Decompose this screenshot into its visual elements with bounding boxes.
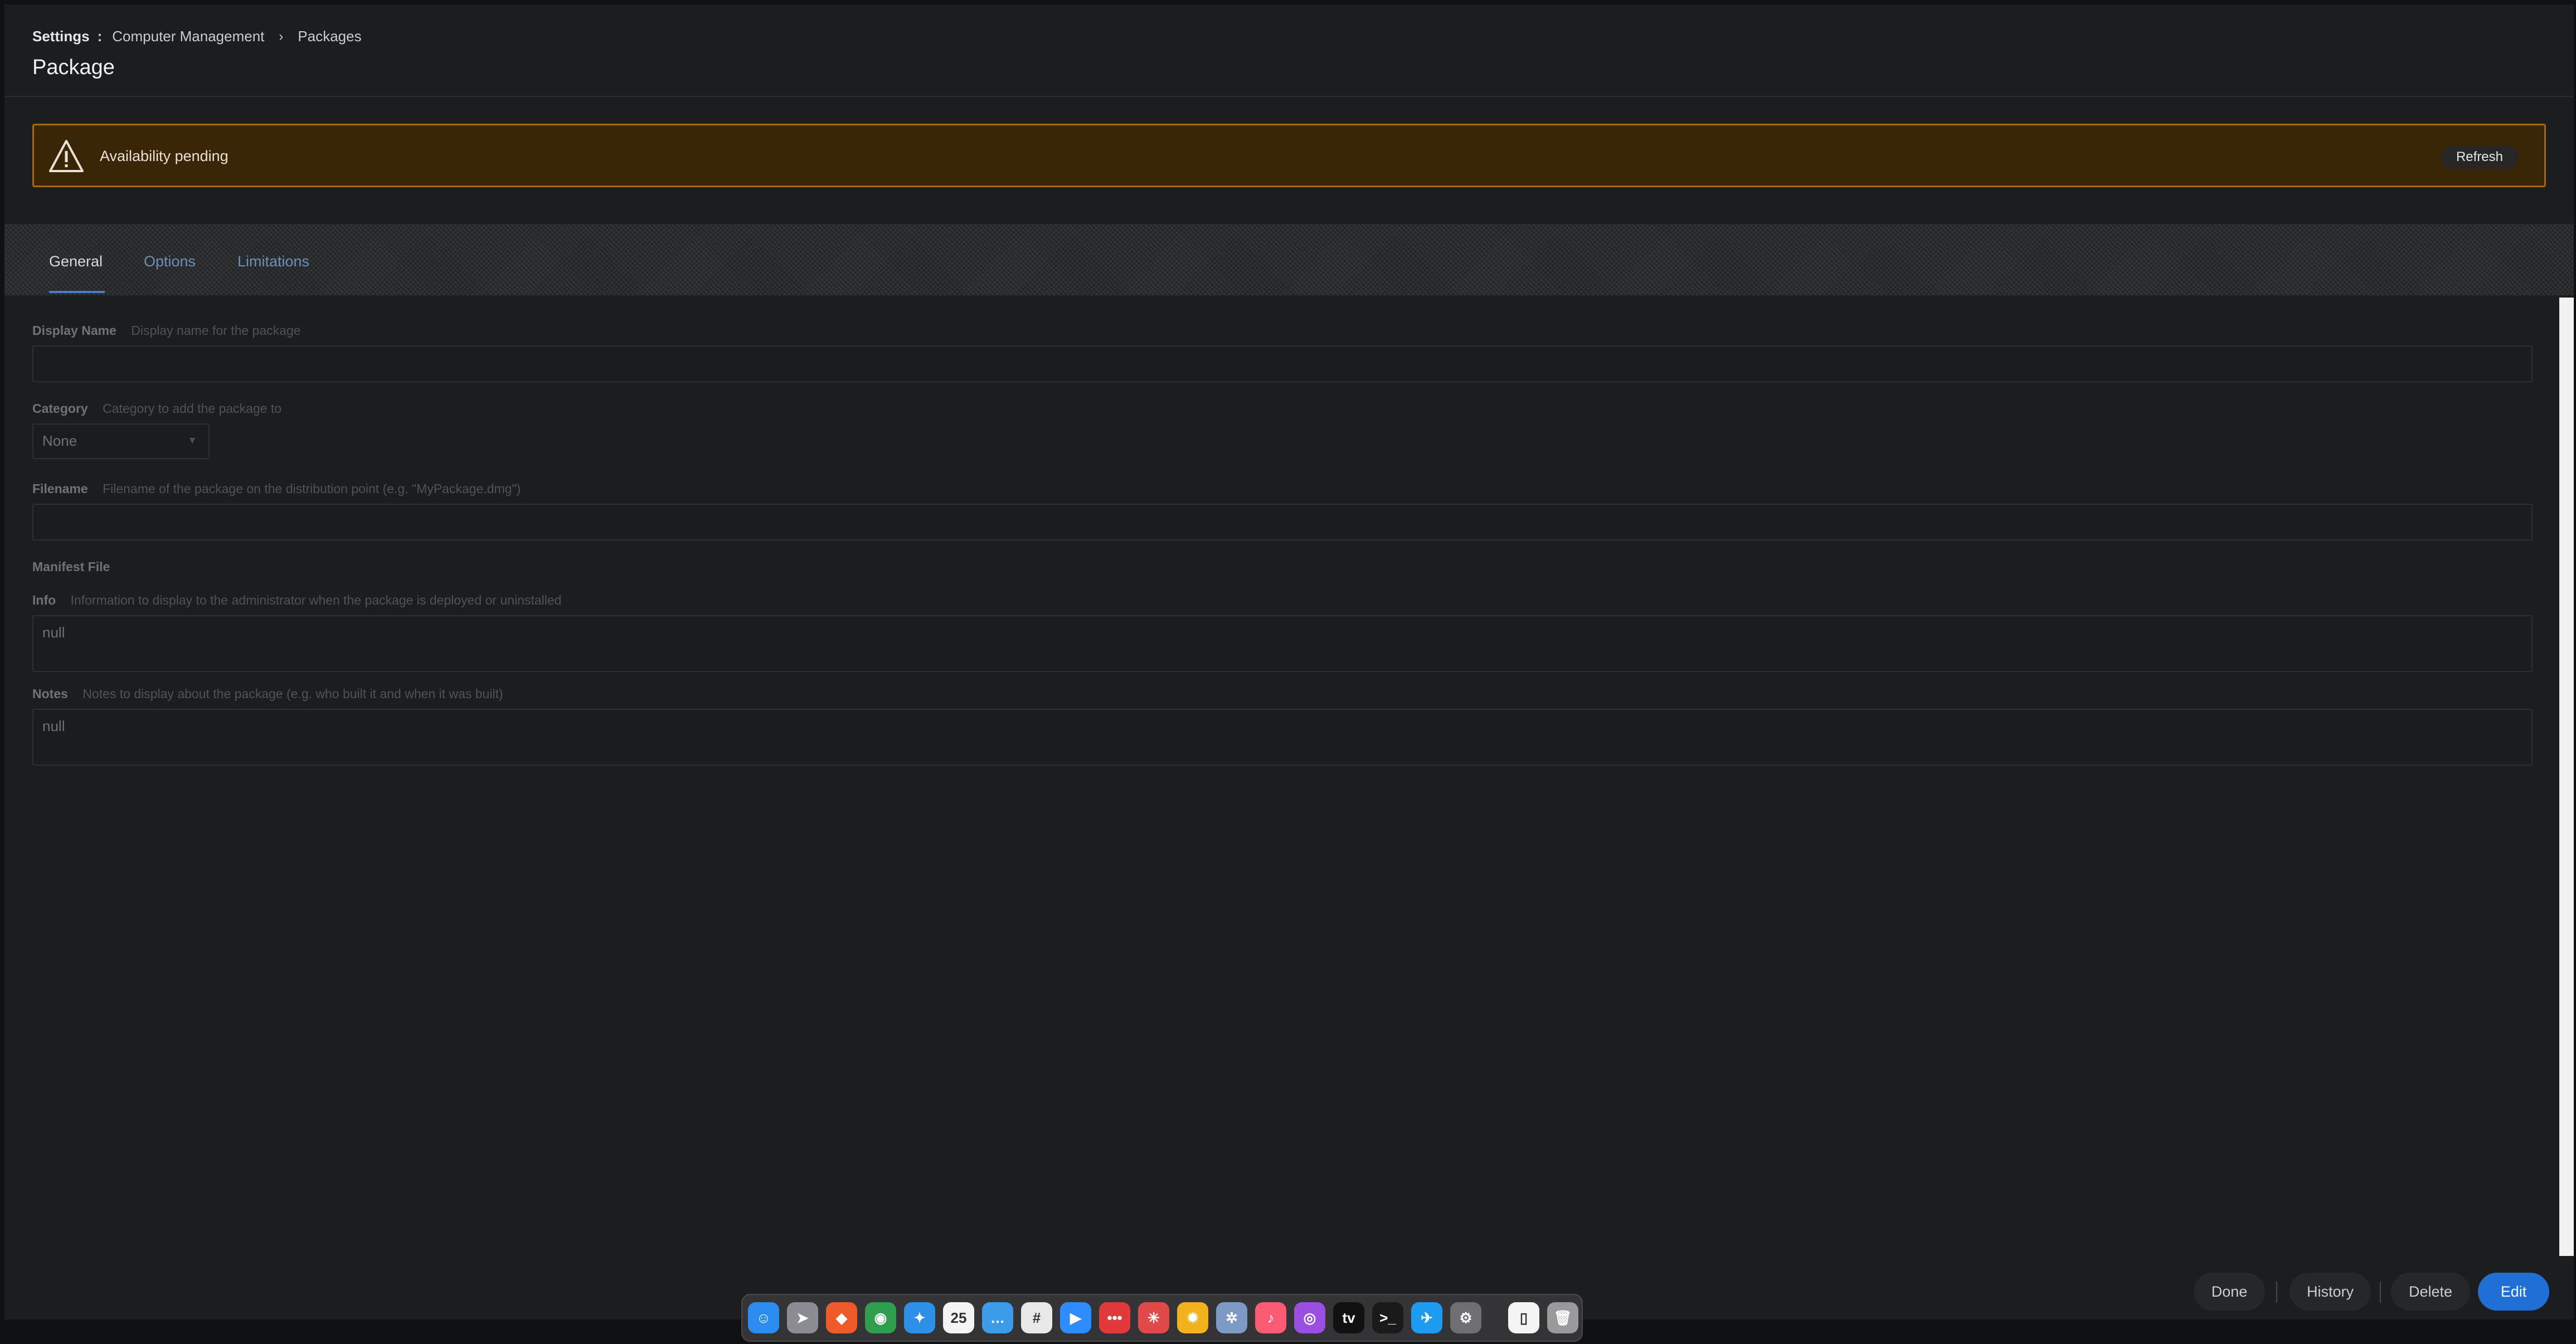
notes-label: Notes Notes to display about the package…	[32, 686, 503, 702]
category-select[interactable]: None ▼	[32, 423, 210, 459]
appletv-icon[interactable]: tv	[1333, 1302, 1364, 1333]
active-tab-indicator	[49, 291, 105, 293]
dock-glyph: ✲	[1226, 1309, 1238, 1326]
dock-glyph: ◉	[874, 1309, 887, 1326]
field-label-text: Notes	[32, 686, 68, 701]
breadcrumb-settings[interactable]: Settings	[32, 28, 90, 45]
dock-glyph: ✦	[913, 1309, 926, 1326]
category-label: Category Category to add the package to	[32, 401, 281, 416]
dock-glyph: ▯	[1519, 1309, 1528, 1326]
field-label-text: Display Name	[32, 323, 116, 338]
page-header: Settings : Computer Management › Package…	[4, 4, 2574, 97]
brave-icon[interactable]: ◆	[826, 1302, 857, 1333]
tab-bar: General Options Limitations	[4, 224, 2574, 295]
display-name-input[interactable]	[32, 345, 2533, 382]
field-description: Notes to display about the package (e.g.…	[82, 686, 503, 701]
dock-glyph: 25	[950, 1309, 967, 1326]
breadcrumb-computer-management[interactable]: Computer Management	[112, 28, 264, 45]
info-label: Info Information to display to the admin…	[32, 593, 561, 608]
display-name-label: Display Name Display name for the packag…	[32, 323, 301, 338]
dock-glyph: …	[990, 1309, 1005, 1326]
dock-glyph: •••	[1107, 1309, 1122, 1326]
breadcrumb: Settings : Computer Management › Package…	[32, 28, 362, 45]
dock-glyph: tv	[1342, 1309, 1355, 1326]
gear-app-icon[interactable]: ✲	[1216, 1302, 1247, 1333]
slack-icon[interactable]: #	[1021, 1302, 1052, 1333]
filename-input[interactable]	[32, 504, 2533, 540]
breadcrumb-separator: :	[97, 28, 103, 45]
manifest-file-label: Manifest File	[32, 559, 110, 574]
availability-alert: Availability pending Refresh	[32, 124, 2546, 187]
podcasts-icon[interactable]: ◎	[1294, 1302, 1325, 1333]
launchpad-icon[interactable]: ➤	[787, 1302, 818, 1333]
refresh-button[interactable]: Refresh	[2441, 145, 2519, 169]
twitter-icon[interactable]: ✈	[1411, 1302, 1442, 1333]
tab-options[interactable]: Options	[144, 253, 196, 270]
spark-icon[interactable]: ✳	[1138, 1302, 1169, 1333]
app-window: Settings : Computer Management › Package…	[4, 4, 2574, 1319]
dock-glyph: #	[1032, 1309, 1041, 1326]
dock-glyph: ✈	[1421, 1309, 1433, 1326]
field-label-text: Filename	[32, 481, 88, 496]
breadcrumb-packages[interactable]: Packages	[298, 28, 361, 45]
system-preferences-icon[interactable]: ⚙	[1450, 1302, 1481, 1333]
footer-divider	[2276, 1282, 2277, 1303]
tab-limitations[interactable]: Limitations	[237, 253, 309, 270]
field-description: Category to add the package to	[103, 401, 282, 416]
dock-glyph: ◆	[836, 1309, 847, 1326]
macos-dock: ☺ ➤ ◆ ◉ ✦ 25 … # ▶ ••• ✳ ✹ ✲ ♪ ◎ tv >_ ✈ ⚙ ▯ 🗑	[741, 1294, 1583, 1342]
delete-button[interactable]: Delete	[2391, 1273, 2470, 1311]
footer-divider	[2380, 1282, 2381, 1303]
field-description: Filename of the package on the distribut…	[103, 481, 521, 496]
dock-glyph: ⚙	[1459, 1309, 1472, 1326]
dock-glyph: ➤	[796, 1309, 809, 1326]
dock-glyph: >_	[1379, 1309, 1396, 1326]
page-title: Package	[32, 56, 115, 79]
music-icon[interactable]: ♪	[1255, 1302, 1286, 1333]
chevron-right-icon: ›	[279, 28, 284, 44]
zoom-icon[interactable]: ▶	[1060, 1302, 1091, 1333]
sun-app-icon[interactable]: ✹	[1177, 1302, 1208, 1333]
edit-button[interactable]: Edit	[2478, 1273, 2549, 1311]
notes-textarea[interactable]: null	[32, 709, 2533, 766]
info-textarea[interactable]: null	[32, 615, 2533, 672]
finder-icon[interactable]: ☺	[748, 1302, 779, 1333]
dots-app-icon[interactable]: •••	[1099, 1302, 1130, 1333]
warning-triangle-icon	[49, 140, 84, 172]
dock-glyph: ✹	[1187, 1309, 1199, 1326]
filename-label: Filename Filename of the package on the …	[32, 481, 521, 496]
field-label-text: Category	[32, 401, 88, 416]
terminal-icon[interactable]: >_	[1372, 1302, 1403, 1333]
dock-glyph: ▶	[1070, 1309, 1081, 1326]
field-description: Display name for the package	[131, 323, 301, 338]
dock-glyph: 🗑	[1553, 1309, 1572, 1326]
alert-message: Availability pending	[100, 148, 229, 164]
chrome-icon[interactable]: ◉	[865, 1302, 896, 1333]
dock-glyph: ◎	[1303, 1309, 1316, 1326]
calendar-icon[interactable]: 25	[943, 1302, 974, 1333]
form-content: Display Name Display name for the packag…	[4, 295, 2574, 1319]
dock-glyph: ✳	[1148, 1309, 1160, 1326]
field-label-text: Info	[32, 593, 56, 607]
caret-down-icon: ▼	[187, 435, 197, 446]
safari-icon[interactable]: ✦	[904, 1302, 935, 1333]
scrollbar[interactable]	[2559, 298, 2574, 1256]
done-button[interactable]: Done	[2194, 1273, 2265, 1311]
trash-icon[interactable]: 🗑	[1547, 1302, 1578, 1333]
messages-icon[interactable]: …	[982, 1302, 1013, 1333]
dock-glyph: ☺	[756, 1309, 771, 1326]
dock-glyph: ♪	[1267, 1309, 1275, 1326]
tab-general[interactable]: General	[49, 253, 103, 270]
field-description: Information to display to the administra…	[70, 593, 562, 607]
category-selected-value: None	[42, 432, 77, 449]
history-button[interactable]: History	[2290, 1273, 2371, 1311]
document-icon[interactable]: ▯	[1508, 1302, 1539, 1333]
